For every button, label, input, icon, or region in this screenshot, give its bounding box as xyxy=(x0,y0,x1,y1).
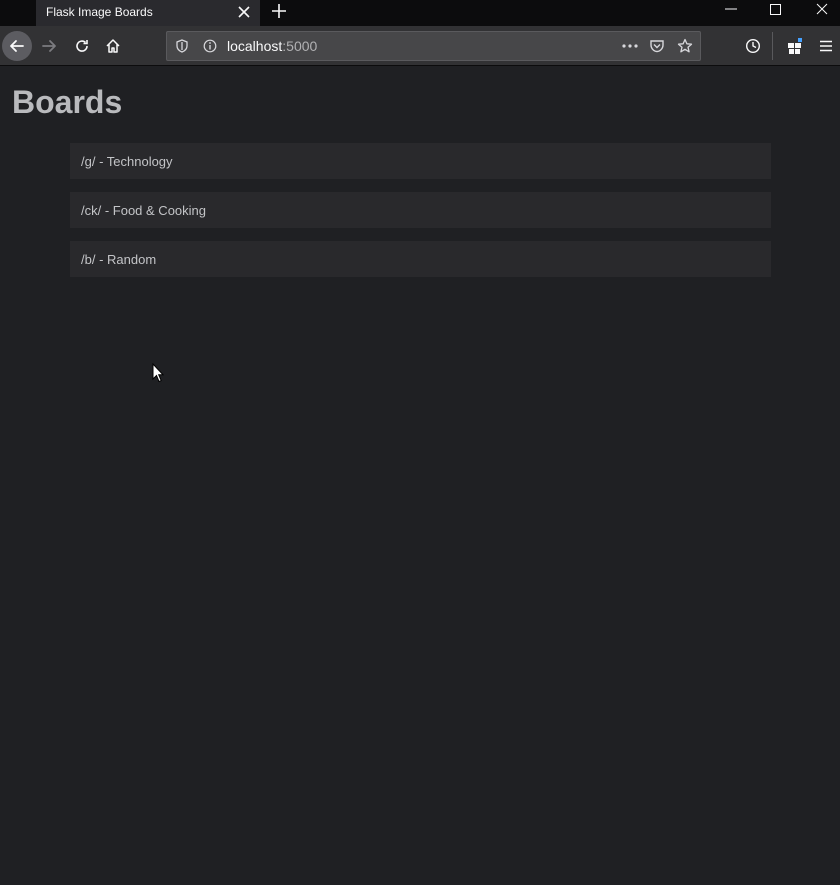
home-button[interactable] xyxy=(98,31,128,61)
board-link-technology[interactable]: /g/ - Technology xyxy=(70,143,771,179)
history-clock-icon xyxy=(745,38,761,54)
url-port: :5000 xyxy=(282,38,318,54)
home-icon xyxy=(106,39,120,53)
tab-title: Flask Image Boards xyxy=(46,5,153,19)
url-host: localhost xyxy=(227,38,283,54)
shield-icon[interactable] xyxy=(175,39,189,53)
back-button[interactable] xyxy=(2,31,32,61)
nav-toolbar: localhost:5000 xyxy=(0,26,840,66)
plus-icon[interactable] xyxy=(270,2,288,20)
reload-button[interactable] xyxy=(67,31,97,61)
url-bar[interactable]: localhost:5000 xyxy=(166,31,701,61)
toolbar-separator xyxy=(772,32,773,60)
back-arrow-icon xyxy=(10,40,24,52)
minimize-icon[interactable] xyxy=(708,0,754,20)
window-close-icon[interactable] xyxy=(798,0,840,20)
close-icon[interactable] xyxy=(236,4,252,20)
maximize-icon[interactable] xyxy=(752,0,798,20)
extensions-button[interactable] xyxy=(780,31,810,61)
page-title: Boards xyxy=(12,84,123,120)
board-list: /g/ - Technology /ck/ - Food & Cooking /… xyxy=(70,143,771,290)
more-dots-icon[interactable] xyxy=(619,38,641,54)
hamburger-menu-icon xyxy=(820,40,832,52)
mouse-cursor-icon xyxy=(152,363,164,383)
extensions-icon xyxy=(788,38,802,54)
star-icon[interactable] xyxy=(677,38,693,54)
title-bar: Flask Image Boards xyxy=(0,0,840,26)
forward-button[interactable] xyxy=(34,31,64,61)
reload-icon xyxy=(76,40,88,52)
url-text[interactable]: localhost:5000 xyxy=(227,38,317,54)
page-content: Boards /g/ - Technology /ck/ - Food & Co… xyxy=(0,67,840,885)
history-button[interactable] xyxy=(738,31,768,61)
board-link-random[interactable]: /b/ - Random xyxy=(70,241,771,277)
info-icon[interactable] xyxy=(203,39,217,53)
tab-flask-image-boards[interactable]: Flask Image Boards xyxy=(36,0,260,26)
forward-arrow-icon xyxy=(42,40,56,52)
pocket-icon[interactable] xyxy=(649,38,665,54)
menu-button[interactable] xyxy=(811,31,840,61)
board-link-food-cooking[interactable]: /ck/ - Food & Cooking xyxy=(70,192,771,228)
